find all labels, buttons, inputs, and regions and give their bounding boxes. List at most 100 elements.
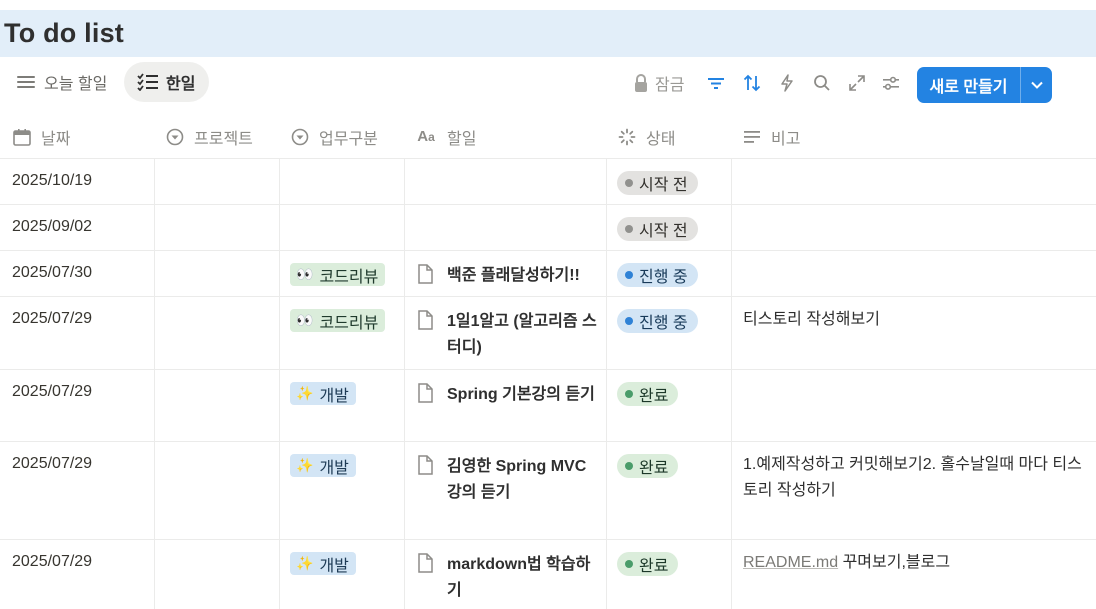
category-tag: ✨ 개발	[290, 382, 356, 405]
date-cell[interactable]: 2025/07/30	[0, 251, 155, 296]
status-label: 완료	[639, 460, 669, 477]
view-tab-label: 한일	[166, 76, 196, 93]
task-cell[interactable]	[405, 159, 607, 204]
expand-button[interactable]	[848, 72, 866, 94]
category-label: 개발	[319, 459, 349, 477]
view-tab-done[interactable]: 한일	[124, 62, 210, 102]
column-header-date[interactable]: 날짜	[12, 114, 70, 159]
date-cell[interactable]: 2025/07/29	[0, 442, 155, 539]
status-dot	[625, 390, 633, 398]
date-cell[interactable]: 2025/07/29	[0, 370, 155, 441]
task-title[interactable]: markdown법 학습하기	[447, 552, 598, 609]
note-cell[interactable]	[732, 251, 1096, 296]
date-cell[interactable]: 2025/07/29	[0, 297, 155, 369]
settings-button[interactable]	[882, 72, 900, 94]
status-dot	[625, 317, 633, 325]
status-spinner-icon	[617, 127, 637, 147]
table-row[interactable]: 2025/10/19 시작 전	[0, 159, 1096, 205]
category-label: 코드리뷰	[319, 314, 379, 332]
status-label: 시작 전	[639, 177, 688, 194]
note-cell[interactable]: README.md 꾸며보기,블로그	[732, 540, 1096, 609]
view-tab-label: 오늘 할일	[44, 76, 108, 93]
status-dot	[625, 462, 633, 470]
checklist-icon	[136, 72, 160, 92]
status-cell[interactable]: 진행 중	[607, 251, 732, 296]
date-cell[interactable]: 2025/07/29	[0, 540, 155, 609]
category-cell[interactable]: 👀 코드리뷰	[280, 297, 405, 369]
table-row[interactable]: 2025/07/29 ✨ 개발 markdown법 학습하기 완료 README.…	[0, 540, 1096, 609]
note-text: 1.예제작성하고 커밋해보기2. 홀수날일때 마다 티스토리 작성하기	[743, 456, 1082, 499]
project-cell[interactable]	[155, 251, 280, 296]
task-title[interactable]: 김영한 Spring MVC 강의 듣기	[447, 454, 598, 539]
automation-button[interactable]	[779, 72, 795, 94]
note-cell[interactable]: 티스토리 작성해보기	[732, 297, 1096, 369]
chevron-down-icon[interactable]	[1021, 80, 1052, 90]
note-cell[interactable]	[732, 159, 1096, 204]
project-cell[interactable]	[155, 159, 280, 204]
category-cell[interactable]: 👀 코드리뷰	[280, 251, 405, 296]
status-cell[interactable]: 진행 중	[607, 297, 732, 369]
status-label: 완료	[639, 558, 669, 575]
note-link[interactable]: README.md	[743, 554, 838, 571]
category-cell[interactable]	[280, 205, 405, 250]
column-label: 비고	[771, 130, 801, 148]
project-cell[interactable]	[155, 205, 280, 250]
view-tab-today[interactable]: 오늘 할일	[8, 62, 113, 102]
project-cell[interactable]	[155, 370, 280, 441]
column-header-project[interactable]: 프로젝트	[165, 114, 253, 159]
search-button[interactable]	[813, 72, 831, 94]
task-title[interactable]: 백준 플래달성하기!!	[447, 263, 580, 296]
column-header-note[interactable]: 비고	[742, 114, 800, 159]
note-cell[interactable]	[732, 205, 1096, 250]
category-cell[interactable]: ✨ 개발	[280, 540, 405, 609]
status-dot	[625, 560, 633, 568]
sparkles-icon: ✨	[296, 555, 314, 571]
table-row[interactable]: 2025/09/02 시작 전	[0, 205, 1096, 251]
status-cell[interactable]: 완료	[607, 370, 732, 441]
task-cell[interactable]: 1일1알고 (알고리즘 스터디)	[405, 297, 607, 369]
status-label: 시작 전	[639, 223, 688, 240]
date-cell[interactable]: 2025/10/19	[0, 159, 155, 204]
page-title[interactable]: To do list	[4, 18, 124, 49]
category-cell[interactable]: ✨ 개발	[280, 370, 405, 441]
column-header-task[interactable]: Aa 할일	[414, 114, 476, 159]
status-cell[interactable]: 시작 전	[607, 205, 732, 250]
task-title[interactable]: Spring 기본강의 듣기	[447, 382, 595, 441]
sliders-icon	[882, 74, 900, 92]
lock-icon	[633, 73, 649, 93]
task-cell[interactable]	[405, 205, 607, 250]
project-cell[interactable]	[155, 297, 280, 369]
project-cell[interactable]	[155, 540, 280, 609]
lock-button[interactable]: 잠금	[633, 72, 684, 94]
status-badge: 완료	[617, 552, 679, 576]
new-button[interactable]: 새로 만들기	[917, 67, 1052, 103]
note-cell[interactable]: 1.예제작성하고 커밋해보기2. 홀수날일때 마다 티스토리 작성하기	[732, 442, 1096, 539]
note-cell[interactable]	[732, 370, 1096, 441]
task-cell[interactable]: 백준 플래달성하기!!	[405, 251, 607, 296]
column-header-status[interactable]: 상태	[617, 114, 675, 159]
sort-button[interactable]	[743, 72, 761, 94]
task-cell[interactable]: Spring 기본강의 듣기	[405, 370, 607, 441]
column-header-category[interactable]: 업무구분	[290, 114, 378, 159]
status-label: 완료	[639, 388, 669, 405]
table-row[interactable]: 2025/07/30 👀 코드리뷰 백준 플래달성하기!! 진행 중	[0, 251, 1096, 297]
table-row[interactable]: 2025/07/29 👀 코드리뷰 1일1알고 (알고리즘 스터디) 진행 중 티…	[0, 297, 1096, 370]
status-cell[interactable]: 시작 전	[607, 159, 732, 204]
category-cell[interactable]	[280, 159, 405, 204]
status-cell[interactable]: 완료	[607, 540, 732, 609]
task-cell[interactable]: markdown법 학습하기	[405, 540, 607, 609]
filter-button[interactable]	[707, 72, 725, 94]
status-dot	[625, 225, 633, 233]
text-aa-icon: Aa	[417, 128, 435, 145]
task-title[interactable]: 1일1알고 (알고리즘 스터디)	[447, 309, 598, 369]
project-cell[interactable]	[155, 442, 280, 539]
sort-icon	[743, 74, 761, 92]
status-cell[interactable]: 완료	[607, 442, 732, 539]
task-cell[interactable]: 김영한 Spring MVC 강의 듣기	[405, 442, 607, 539]
table-row[interactable]: 2025/07/29 ✨ 개발 Spring 기본강의 듣기 완료	[0, 370, 1096, 442]
category-tag: ✨ 개발	[290, 552, 356, 575]
note-text: 티스토리 작성해보기	[743, 311, 880, 328]
date-cell[interactable]: 2025/09/02	[0, 205, 155, 250]
table-row[interactable]: 2025/07/29 ✨ 개발 김영한 Spring MVC 강의 듣기 완료 1…	[0, 442, 1096, 540]
category-cell[interactable]: ✨ 개발	[280, 442, 405, 539]
